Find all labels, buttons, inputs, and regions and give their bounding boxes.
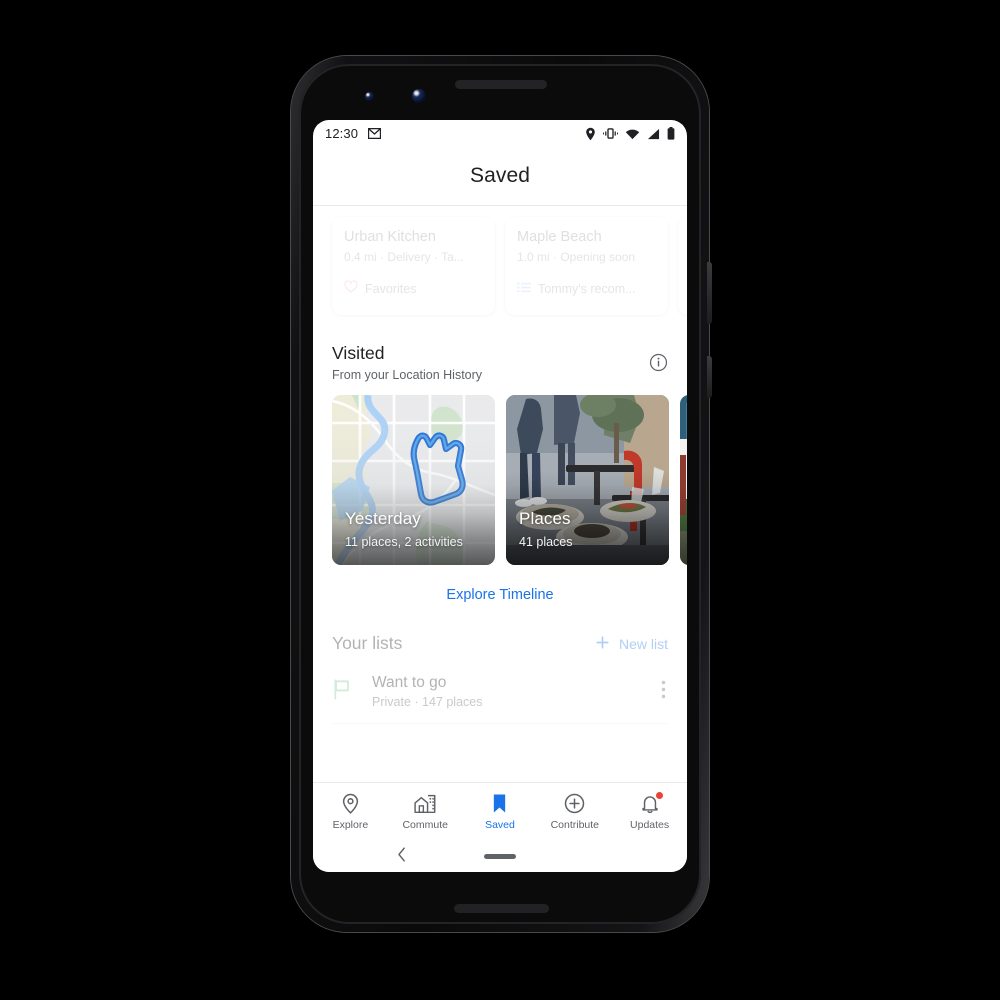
explore-timeline-row: Explore Timeline <box>313 565 687 603</box>
place-card-name: Maple Beach <box>517 229 602 245</box>
list-item-name: Want to go <box>372 674 447 691</box>
info-icon[interactable] <box>649 353 668 377</box>
nav-label-explore: Explore <box>332 818 369 831</box>
nav-item-contribute[interactable]: Contribute <box>537 793 612 831</box>
home-pill-icon[interactable] <box>484 853 516 859</box>
gmail-icon <box>368 128 382 139</box>
place-card-list[interactable]: Tommy's recom... <box>517 280 656 298</box>
vibrate-icon <box>603 127 618 140</box>
wifi-icon <box>625 128 640 140</box>
nav-label-updates: Updates <box>630 818 670 831</box>
visited-card-subtitle: 41 places <box>519 535 573 549</box>
nav-label-contribute: Contribute <box>550 818 600 831</box>
list-divider <box>332 723 668 724</box>
nav-item-saved[interactable]: Saved <box>463 793 538 831</box>
nav-label-commute: Commute <box>402 818 448 831</box>
app-title-bar: Saved <box>313 147 687 205</box>
place-card-list-label: Tommy's recom... <box>538 282 636 297</box>
flag-icon <box>332 679 372 705</box>
nav-item-updates[interactable]: Updates <box>612 791 687 831</box>
place-card-list[interactable]: Favorites <box>344 280 483 298</box>
list-item-meta: Private · 147 places <box>372 695 483 709</box>
battery-icon <box>667 127 675 140</box>
card-scrim <box>680 485 687 565</box>
explore-timeline-link[interactable]: Explore Timeline <box>446 587 553 603</box>
front-camera-secondary <box>365 92 374 101</box>
updates-badge <box>655 791 663 799</box>
your-lists-header: Your lists New list <box>313 603 687 654</box>
place-card-partial[interactable] <box>678 217 687 315</box>
place-card-name: Urban Kitchen <box>344 229 436 245</box>
list-icon <box>517 280 531 298</box>
visited-card-yesterday[interactable]: Yesterday 11 places, 2 activities <box>332 395 495 565</box>
nav-item-explore[interactable]: Explore <box>313 793 388 831</box>
location-pin-icon <box>585 127 596 141</box>
nav-item-commute[interactable]: Commute <box>388 793 463 831</box>
visited-cards-carousel[interactable]: Yesterday 11 places, 2 activities Places… <box>313 382 687 565</box>
visited-subtitle: From your Location History <box>332 368 483 382</box>
list-item[interactable]: Want to go Private · 147 places <box>313 654 687 709</box>
visited-card-title: Yesterday <box>345 509 421 528</box>
visited-card-subtitle: 11 places, 2 activities <box>345 535 463 549</box>
place-card-list-label: Favorites <box>365 282 417 297</box>
new-list-button[interactable]: New list <box>595 635 668 653</box>
bell-icon <box>640 791 663 815</box>
place-card-maple-beach[interactable]: Maple Beach 1.0 mi · Opening soon Tommy'… <box>505 217 668 315</box>
new-list-label: New list <box>618 635 668 652</box>
heart-icon <box>344 280 358 298</box>
visited-card-title: Places <box>519 509 571 528</box>
visited-header: Visited From your Location History <box>313 315 687 382</box>
bookmark-icon <box>491 793 508 815</box>
volume-button[interactable] <box>707 356 712 398</box>
earpiece-speaker <box>455 80 547 89</box>
chevron-left-icon[interactable] <box>397 847 406 865</box>
status-bar: 12:30 <box>313 120 687 147</box>
scroll-content[interactable]: Urban Kitchen 0.4 mi · Delivery · Ta... … <box>313 205 687 782</box>
plus-circle-icon <box>564 793 585 815</box>
nav-label-saved: Saved <box>485 818 515 831</box>
bottom-speaker-grille <box>454 904 549 913</box>
page-title: Saved <box>469 164 531 187</box>
your-lists-title: Your lists <box>332 633 403 653</box>
place-card-urban-kitchen[interactable]: Urban Kitchen 0.4 mi · Delivery · Ta... … <box>332 217 495 315</box>
system-gesture-bar <box>313 840 687 872</box>
place-card-meta: 1.0 mi · Opening soon <box>517 250 636 265</box>
visited-card-partial[interactable] <box>680 395 687 565</box>
plus-icon <box>595 635 610 653</box>
screenshot-stage: 12:30 Saved Urban Kitchen 0.4 mi · Deliv… <box>0 0 1000 1000</box>
signal-icon <box>647 128 660 140</box>
place-pin-icon <box>340 793 361 815</box>
status-bar-time: 12:30 <box>325 126 359 141</box>
saved-cards-carousel[interactable]: Urban Kitchen 0.4 mi · Delivery · Ta... … <box>313 205 687 315</box>
more-vert-icon[interactable] <box>661 680 668 704</box>
bottom-navigation: Explore Commute Saved Contribute Updates <box>313 782 687 840</box>
visited-card-places[interactable]: Places 41 places <box>506 395 669 565</box>
front-camera-primary <box>412 89 426 103</box>
power-button[interactable] <box>707 262 712 324</box>
visited-title: Visited <box>332 343 385 363</box>
commute-building-icon <box>414 793 436 815</box>
phone-screen: 12:30 Saved Urban Kitchen 0.4 mi · Deliv… <box>313 120 687 872</box>
place-card-meta: 0.4 mi · Delivery · Ta... <box>344 250 464 265</box>
